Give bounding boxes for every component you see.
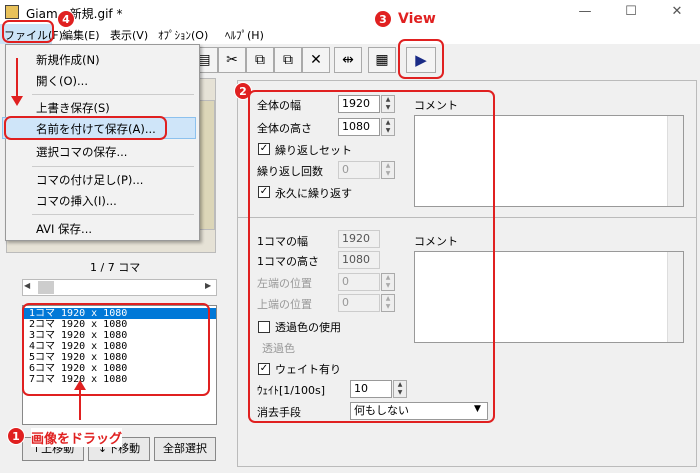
menu-item-save-selected[interactable]: 選択コマの保存...	[36, 144, 127, 160]
view-annotation: View	[398, 11, 436, 27]
frame-counter: 1 / 7 コマ	[90, 261, 141, 274]
view-callout	[398, 39, 444, 79]
menu-separator	[32, 214, 194, 215]
fit-icon[interactable]: ⇹	[334, 47, 362, 73]
menu-edit[interactable]: 編集(E)	[62, 27, 100, 43]
menu-item-save[interactable]: 上書き保存(S)	[36, 100, 110, 116]
frame-comment-scrollbar[interactable]	[667, 252, 683, 342]
drag-annotation: 画像をドラッグ	[31, 428, 123, 447]
cut-icon[interactable]: ✂	[218, 47, 246, 73]
menu-item-avi-save[interactable]: AVI 保存...	[36, 221, 92, 237]
copy-frame-icon[interactable]: ⧉	[246, 47, 274, 73]
annotation-badge-1: 1	[7, 427, 25, 445]
arrow-shaft-icon	[79, 388, 81, 420]
scroll-right-icon[interactable]: ▶	[205, 281, 211, 290]
file-menu-callout	[2, 20, 54, 43]
arrow-down-icon	[11, 96, 23, 106]
scroll-thumb[interactable]	[38, 281, 54, 294]
settings-callout	[248, 90, 495, 423]
select-all-button[interactable]: 全部選択	[154, 437, 216, 461]
menu-item-new[interactable]: 新規作成(N)	[36, 52, 100, 68]
menu-separator	[32, 166, 194, 167]
grid-icon[interactable]: ▦	[368, 47, 396, 73]
menu-item-open[interactable]: 開く(O)...	[36, 73, 88, 89]
save-as-callout	[4, 116, 167, 140]
frame-list-callout	[22, 303, 210, 396]
menu-item-insert-frame[interactable]: コマの挿入(I)...	[36, 193, 117, 209]
global-comment-scrollbar[interactable]	[667, 116, 683, 206]
annotation-badge-3: 3	[374, 10, 392, 28]
menu-help[interactable]: ﾍﾙﾌﾟ(H)	[225, 27, 264, 43]
menu-bar	[0, 24, 700, 44]
menu-item-append-frame[interactable]: コマの付け足し(P)...	[36, 172, 143, 188]
paste-frame-icon[interactable]: ⧉	[274, 47, 302, 73]
arrow-shaft-icon	[16, 58, 18, 100]
menu-separator	[32, 94, 194, 95]
annotation-badge-4: 4	[57, 10, 75, 28]
minimize-button[interactable]: —	[562, 0, 608, 24]
app-icon	[5, 5, 19, 19]
close-button[interactable]: ✕	[654, 0, 700, 24]
maximize-button[interactable]: ☐	[608, 0, 654, 24]
menu-options[interactable]: ｵﾌﾟｼｮﾝ(O)	[158, 27, 208, 43]
file-menu-dropdown	[5, 44, 200, 241]
menu-view[interactable]: 表示(V)	[110, 27, 148, 43]
arrow-up-icon	[74, 380, 86, 390]
scroll-left-icon[interactable]: ◀	[24, 281, 30, 290]
delete-icon[interactable]: ✕	[302, 47, 330, 73]
